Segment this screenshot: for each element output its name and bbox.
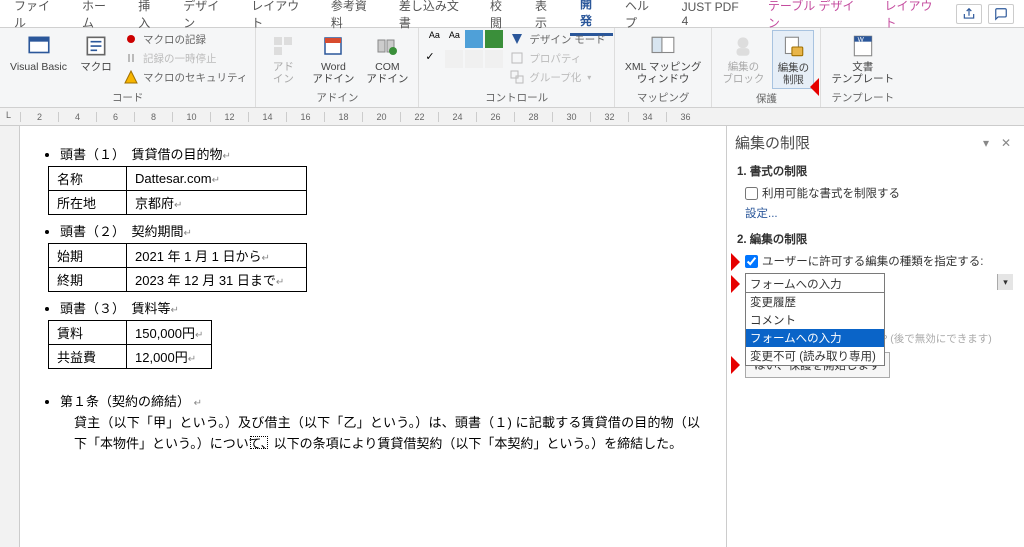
share-button[interactable] [956, 4, 982, 24]
vertical-ruler[interactable] [0, 126, 20, 547]
tab-justpdf[interactable]: JUST PDF 4 [672, 0, 756, 32]
restrict-editing-pane: 編集の制限 ▾ ✕ 1. 書式の制限 利用可能な書式を制限する 設定... 2.… [726, 126, 1024, 547]
visual-basic-button[interactable]: Visual Basic [6, 30, 71, 76]
group-mapping-label: マッピング [621, 88, 706, 107]
xml-mapping-button[interactable]: XML マッピング ウィンドウ [621, 30, 706, 87]
paragraph-1[interactable]: 貸主（以下「甲」という。）及び借主（以下「乙」という。）は、頭書（１) に記載す… [74, 413, 700, 455]
macro-security-item[interactable]: マクロのセキュリティ [121, 68, 249, 86]
table-1[interactable]: 名称Dattesar.com↵ 所在地京都府↵ [48, 166, 307, 215]
combo-option[interactable]: 変更不可 (読み取り専用) [746, 347, 884, 365]
formatting-restrict-checkbox[interactable]: 利用可能な書式を制限する [737, 185, 1014, 201]
group-addins: アド イン Word アドイン COM アドイン アドイン [256, 28, 419, 107]
design-mode-item[interactable]: デザイン モード [507, 30, 607, 48]
com-addins-button[interactable]: COM アドイン [362, 30, 412, 87]
group-controls: AaAa ✓ デザイン モード プロパティ グループ化▾ コントロール [419, 28, 614, 107]
t1-r2-c2[interactable]: 京都府 [135, 196, 174, 211]
table-3[interactable]: 賃料150,000円↵ 共益費12,000円↵ [48, 320, 212, 369]
heading-2: 頭書（２） 契約期間 [60, 224, 184, 239]
macros-label: マクロ [80, 62, 112, 74]
arrow-icon [731, 253, 749, 271]
t3-r1-c1[interactable]: 賃料 [49, 321, 127, 345]
addins-button: アド イン [262, 30, 304, 87]
section-2-title: 2. 編集の制限 [737, 231, 1014, 247]
group-template-label: テンプレート [827, 88, 898, 107]
t2-r1-c2[interactable]: 2021 年 1 月 1 日から [135, 249, 261, 264]
comments-button[interactable] [988, 4, 1014, 24]
group-controls-label: コントロール [425, 88, 607, 107]
pane-close-button[interactable]: ✕ [996, 133, 1016, 153]
t2-r1-c1[interactable]: 始期 [49, 244, 127, 268]
section-1-title: 1. 書式の制限 [737, 163, 1014, 179]
heading-1: 頭書（１） 賃貸借の目的物 [60, 147, 223, 162]
horizontal-ruler[interactable]: L 2 4 6 8 10 12 14 16 18 20 22 24 26 28 … [0, 108, 1024, 126]
pane-title: 編集の制限 [735, 132, 976, 153]
properties-item: プロパティ [507, 49, 607, 67]
t3-r1-c2[interactable]: 150,000円 [135, 326, 195, 341]
document-area[interactable]: 頭書（１） 賃貸借の目的物↵ 名称Dattesar.com↵ 所在地京都府↵ 頭… [20, 126, 726, 547]
t2-r2-c2[interactable]: 2023 年 12 月 31 日まで [135, 273, 276, 288]
doc-template-button[interactable]: W 文書 テンプレート [827, 30, 898, 87]
heading-4: 第１条（契約の締結） [60, 394, 190, 409]
group-protect-label: 保護 [718, 89, 814, 108]
record-macro-item[interactable]: マクロの記録 [121, 30, 249, 48]
heading-3: 頭書（３） 賃料等 [60, 301, 171, 316]
combo-option[interactable]: コメント [746, 311, 884, 329]
group-code-label: コード [6, 88, 249, 107]
settings-link[interactable]: 設定... [737, 205, 1014, 221]
controls-palette[interactable]: AaAa ✓ [425, 30, 503, 68]
t1-r1-c2[interactable]: Dattesar.com [135, 171, 212, 186]
t3-r2-c1[interactable]: 共益費 [49, 345, 127, 369]
block-editing-button: 編集の ブロック [718, 30, 768, 87]
ribbon-tabs: ファイル ホーム 挿入 デザイン レイアウト 参考資料 差し込み文書 校閲 表示… [0, 0, 1024, 28]
group-mapping: XML マッピング ウィンドウ マッピング [615, 28, 713, 107]
t2-r2-c1[interactable]: 終期 [49, 268, 127, 292]
t1-r2-c1[interactable]: 所在地 [49, 191, 127, 215]
group-template: W 文書 テンプレート テンプレート [821, 28, 904, 107]
chevron-down-icon[interactable]: ▾ [997, 274, 1013, 290]
restrict-editing-button[interactable]: 編集の 制限 [772, 30, 814, 89]
group-addins-label: アドイン [262, 88, 412, 107]
t1-r1-c1[interactable]: 名称 [49, 167, 127, 191]
pane-options-button[interactable]: ▾ [976, 133, 996, 153]
combo-dropdown[interactable]: 変更履歴 コメント フォームへの入力 変更不可 (読み取り専用) [745, 292, 885, 366]
word-addins-button[interactable]: Word アドイン [308, 30, 358, 87]
macros-button[interactable]: マクロ [75, 30, 117, 76]
editing-restrict-checkbox[interactable]: ユーザーに許可する編集の種類を指定する: [737, 253, 1014, 269]
svg-text:W: W [857, 37, 864, 44]
group-item: グループ化▾ [507, 68, 607, 86]
visual-basic-label: Visual Basic [10, 62, 67, 74]
combo-option[interactable]: フォームへの入力 [746, 329, 884, 347]
ribbon: Visual Basic マクロ マクロの記録 記録の一時停止 マクロのセキュリ… [0, 28, 1024, 108]
t3-r2-c2[interactable]: 12,000円 [135, 350, 188, 365]
restriction-type-combo[interactable]: フォームへの入力 ▾ 変更履歴 コメント フォームへの入力 変更不可 (読み取り… [745, 273, 1014, 295]
combo-option[interactable]: 変更履歴 [746, 293, 884, 311]
pause-recording-item: 記録の一時停止 [121, 49, 249, 67]
group-code: Visual Basic マクロ マクロの記録 記録の一時停止 マクロのセキュリ… [0, 28, 256, 107]
selection-box [250, 436, 268, 449]
group-protect: 編集の ブロック 編集の 制限 保護 [712, 28, 821, 107]
table-2[interactable]: 始期2021 年 1 月 1 日から↵ 終期2023 年 12 月 31 日まで… [48, 243, 307, 292]
